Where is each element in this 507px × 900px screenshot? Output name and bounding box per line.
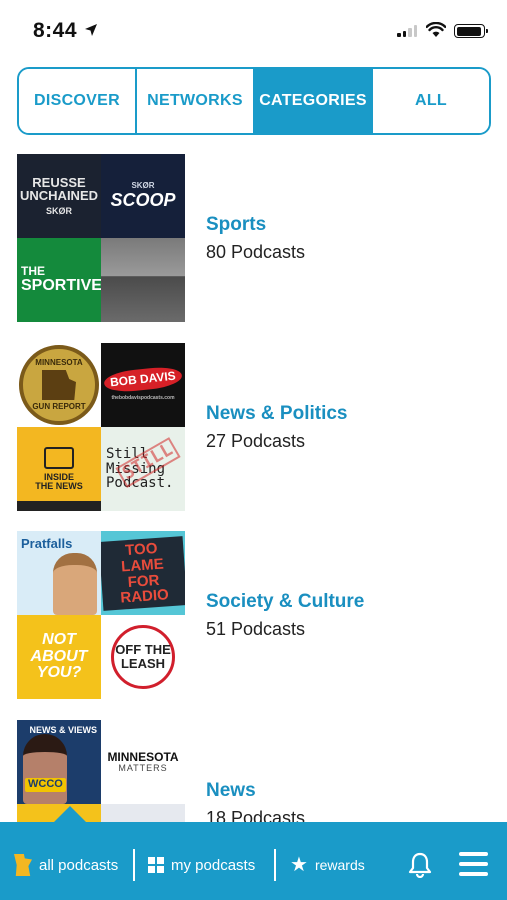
podcast-artwork-wcco-news-views: NEWS & VIEWS WCCO [17,720,101,804]
podcast-count: 80 Podcasts [206,242,306,262]
podcast-artwork-still-missing: Still Missing Podcast. STILL [101,427,185,511]
nav-all-podcasts-label: all podcasts [39,856,119,874]
menu-icon[interactable] [459,852,488,876]
category-artwork-grid: REUSSE UNCHAINED SKØR SKØR SCOOP THE SPO… [17,154,185,322]
podcast-artwork-minnesota-matters: MINNESOTA MATTERS [101,720,185,804]
podcast-artwork-inside-the-news: INSIDE THE NEWS [17,427,101,511]
podcast-artwork-the-sportive: THE SPORTIVE [17,238,101,322]
category-artwork-grid: MINNESOTA GUN REPORT BOB DAVIS thebobdav… [17,343,185,511]
nav-all-podcasts[interactable]: all podcasts [14,834,118,896]
category-row-sports[interactable]: REUSSE UNCHAINED SKØR SKØR SCOOP THE SPO… [0,154,507,322]
star-icon: ★ [290,854,308,876]
category-title: Sports [206,214,267,235]
category-row-society-culture[interactable]: Pratfalls TOO LAME FOR RADIO NOT ABOUT Y… [0,531,507,699]
podcast-artwork-reusse-unchained: REUSSE UNCHAINED SKØR [17,154,101,238]
category-title: Society & Culture [206,591,365,612]
category-row-news-politics[interactable]: MINNESOTA GUN REPORT BOB DAVIS thebobdav… [0,343,507,511]
nav-rewards[interactable]: ★ rewards [290,834,365,896]
wifi-icon [426,22,446,37]
nav-divider [274,849,276,881]
tab-discover[interactable]: DISCOVER [19,69,137,133]
category-artwork-grid: Pratfalls TOO LAME FOR RADIO NOT ABOUT Y… [17,531,185,699]
podcast-artwork-off-the-leash: OFF THE LEASH [101,615,185,699]
tab-categories[interactable]: CATEGORIES [255,69,373,133]
bottom-nav: all podcasts my podcasts ★ rewards [0,822,507,900]
podcast-artwork-too-lame-for-radio: TOO LAME FOR RADIO [101,531,185,615]
category-title: News [206,780,256,801]
category-tabs: DISCOVER NETWORKS CATEGORIES ALL [17,67,491,135]
nav-divider [133,849,135,881]
podcast-artwork-pratfalls: Pratfalls [17,531,101,615]
podcast-artwork-not-about-you: NOT ABOUT YOU? [17,615,101,699]
active-indicator-notch [54,806,86,822]
podcast-artwork-bob-davis: BOB DAVIS thebobdavispodcasts.com [101,343,185,427]
status-bar: 8:44 [0,0,507,60]
category-title: News & Politics [206,403,348,424]
podcast-count: 51 Podcasts [206,619,306,639]
grid-icon [148,857,164,873]
minnesota-icon [14,854,32,876]
tab-networks[interactable]: NETWORKS [137,69,255,133]
podcast-artwork-scoop: SKØR SCOOP [101,154,185,238]
cellular-signal-icon [397,25,417,37]
location-arrow-icon [85,24,97,36]
tab-all[interactable]: ALL [373,69,489,133]
battery-icon [454,24,488,38]
status-time: 8:44 [33,19,78,42]
nav-my-podcasts-label: my podcasts [171,856,256,874]
bell-icon[interactable] [408,852,432,878]
podcast-artwork-minnesota-gun-report: MINNESOTA GUN REPORT [17,343,101,427]
nav-my-podcasts[interactable]: my podcasts [148,834,255,896]
podcast-artwork-stadium [101,238,185,322]
podcast-count: 27 Podcasts [206,431,306,451]
nav-rewards-label: rewards [314,857,365,873]
